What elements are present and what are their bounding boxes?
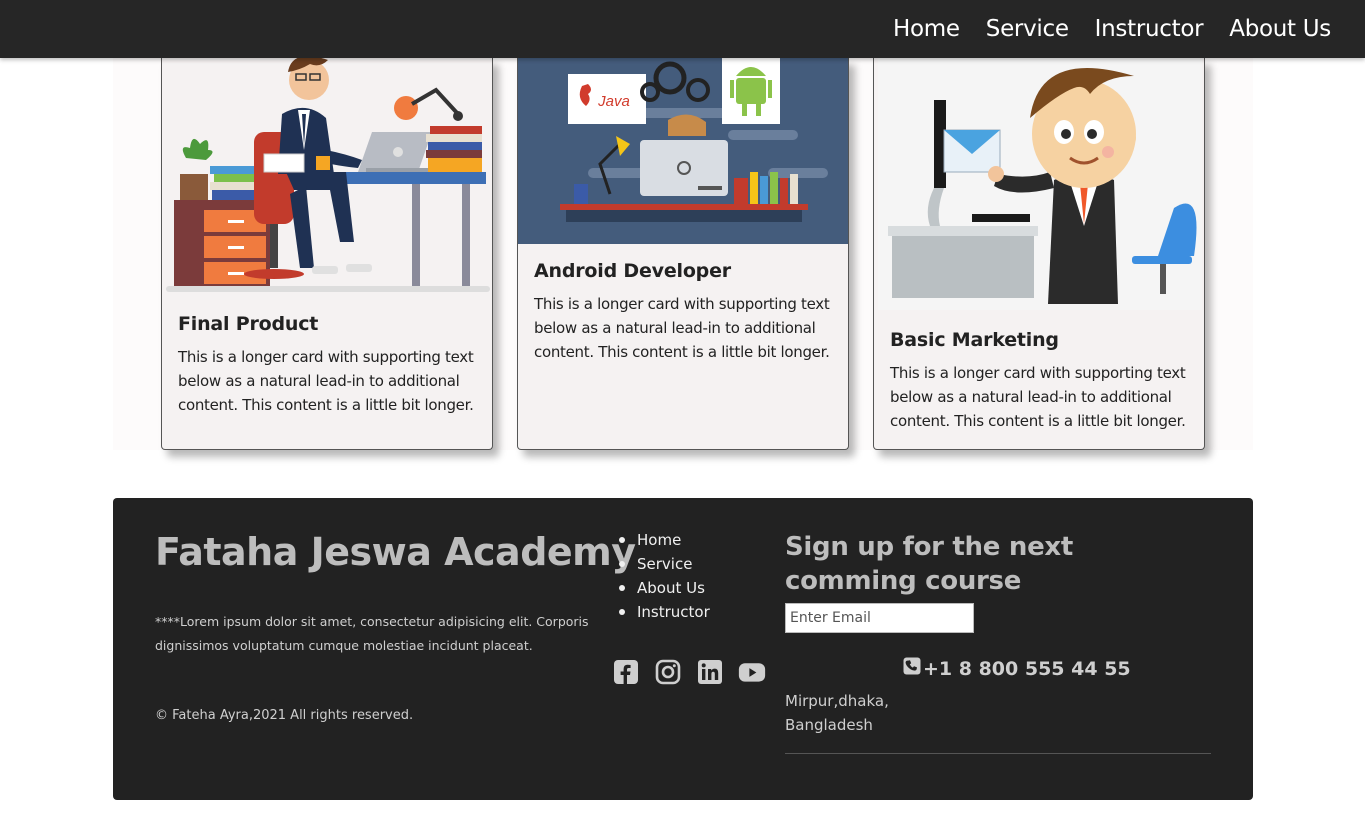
footer-copyright: © Fateha Ayra,2021 All rights reserved. [155, 708, 414, 723]
nav-links: Home Service Instructor About Us [893, 0, 1331, 58]
nav-link-service[interactable]: Service [986, 16, 1069, 42]
footer-link-item: Home [619, 528, 710, 552]
card-title: Basic Marketing [890, 329, 1059, 351]
footer-link-item: Service [619, 552, 710, 576]
footer-link-about-us[interactable]: About Us [637, 576, 705, 600]
java-label: Java [597, 93, 630, 110]
footer: Fataha Jeswa Academy ****Lorem ipsum dol… [113, 498, 1253, 800]
coding-workspace-illustration: Java [518, 58, 848, 244]
facebook-icon[interactable] [612, 658, 640, 686]
top-navbar: Home Service Instructor About Us [0, 0, 1365, 58]
footer-link-service[interactable]: Service [637, 552, 692, 576]
nav-link-home[interactable]: Home [893, 16, 960, 42]
social-links [612, 658, 766, 686]
businessman-email-illustration [878, 58, 1202, 310]
course-cards-section: Final Product This is a longer card with… [113, 58, 1253, 450]
footer-divider [785, 753, 1211, 754]
card-body: Final Product This is a longer card with… [178, 313, 478, 417]
card-body: Android Developer This is a longer card … [534, 260, 834, 364]
footer-link-item: About Us [619, 576, 710, 600]
footer-brand: Fataha Jeswa Academy [155, 530, 636, 574]
address: Mirpur,dhaka, Bangladesh [785, 692, 889, 734]
signup-title: Sign up for the next comming course [785, 532, 1073, 596]
card-text: This is a longer card with supporting te… [890, 364, 1186, 430]
developer-at-desk-illustration [166, 58, 490, 294]
card-text: This is a longer card with supporting te… [178, 348, 474, 414]
card-title: Android Developer [534, 260, 731, 282]
footer-description: ****Lorem ipsum dolor sit amet, consecte… [155, 614, 589, 653]
linkedin-icon[interactable] [696, 658, 724, 686]
phone-number: +1 8 800 555 44 55 [903, 657, 1131, 680]
card-body: Basic Marketing This is a longer card wi… [890, 329, 1190, 433]
footer-link-item: Instructor [619, 600, 710, 624]
card-title: Final Product [178, 313, 319, 335]
nav-link-about-us[interactable]: About Us [1229, 16, 1331, 42]
footer-link-instructor[interactable]: Instructor [637, 600, 710, 624]
footer-links: Home Service About Us Instructor [619, 528, 710, 624]
course-card-android-developer[interactable]: Java Android Developer This is a longer … [517, 58, 849, 450]
course-card-basic-marketing[interactable]: Basic Marketing This is a longer card wi… [873, 58, 1205, 450]
footer-link-home[interactable]: Home [637, 528, 681, 552]
course-card-final-product[interactable]: Final Product This is a longer card with… [161, 58, 493, 450]
youtube-icon[interactable] [738, 658, 766, 686]
nav-link-instructor[interactable]: Instructor [1095, 16, 1204, 42]
phone-text: +1 8 800 555 44 55 [923, 657, 1131, 680]
card-text: This is a longer card with supporting te… [534, 295, 830, 361]
email-input[interactable] [785, 603, 974, 633]
instagram-icon[interactable] [654, 658, 682, 686]
phone-icon [903, 657, 921, 680]
